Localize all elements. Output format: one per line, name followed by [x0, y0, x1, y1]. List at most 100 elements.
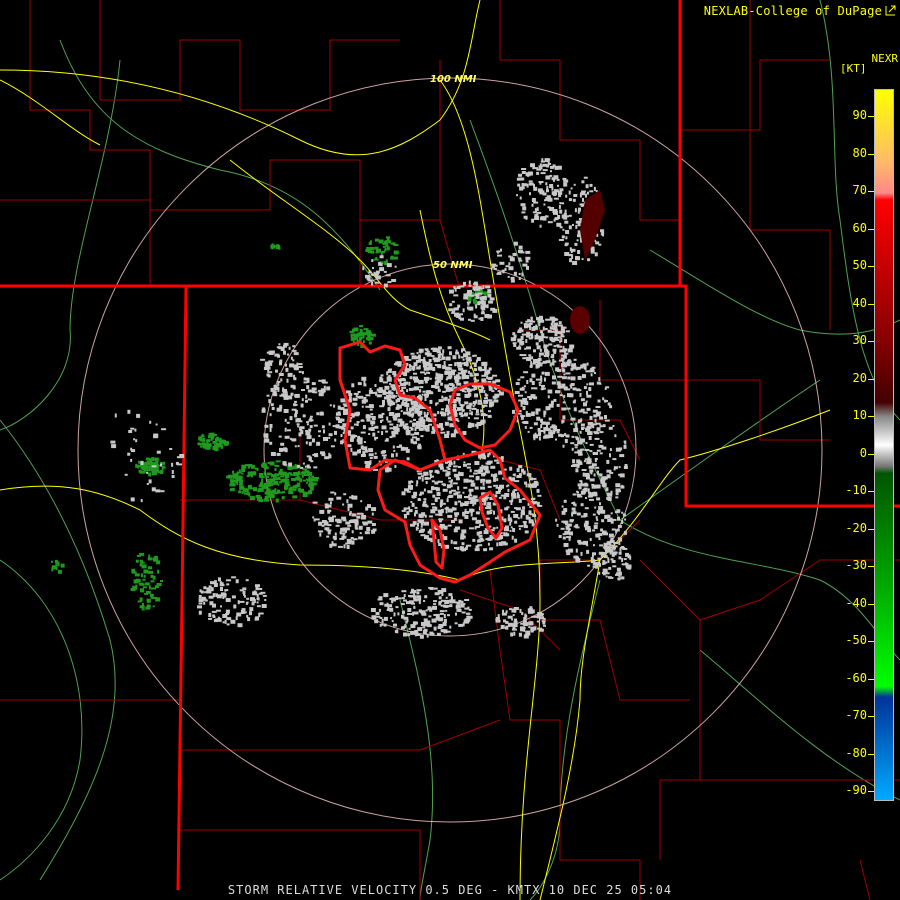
echo-cell-gray: [498, 391, 504, 396]
echo-cell-gray: [531, 218, 535, 223]
echo-cell-green: [374, 238, 379, 242]
echo-cell-gray: [507, 484, 510, 487]
echo-cell-gray: [561, 363, 566, 368]
radar-viewer: 100 NMI 50 NMI NEXLAB-College of DuPage …: [0, 0, 900, 900]
echo-cell-gray: [456, 608, 462, 612]
echo-cell-gray: [418, 596, 422, 601]
echo-cell-gray: [561, 235, 565, 239]
echo-cell-gray: [351, 513, 357, 517]
echo-cell-gray: [522, 206, 527, 211]
echo-cell-gray: [475, 295, 480, 299]
echo-cell-gray: [524, 347, 527, 350]
echo-cell-gray: [298, 366, 303, 368]
echo-cell-gray: [314, 453, 319, 458]
echo-cell-gray: [406, 457, 410, 461]
echo-cell-gray: [619, 454, 625, 458]
echo-cell-gray: [341, 535, 347, 539]
echo-cell-gray: [408, 363, 411, 368]
echo-cell-gray: [450, 539, 453, 544]
echo-cell-gray: [401, 387, 404, 390]
echo-cell-gray: [525, 256, 531, 260]
echo-cell-green: [151, 458, 154, 461]
echo-cell-gray: [513, 271, 517, 276]
echo-cell-gray: [361, 515, 367, 519]
echo-cell-green: [217, 438, 221, 442]
echo-cell-gray: [552, 375, 556, 380]
echo-cell-gray: [540, 172, 546, 175]
echo-cell-gray: [541, 421, 546, 425]
echo-cell-gray: [585, 442, 588, 444]
echo-cell-gray: [497, 271, 502, 275]
echo-cell-gray: [444, 421, 449, 426]
echo-cell-gray: [554, 328, 558, 333]
echo-cell-gray: [508, 262, 511, 266]
echo-cell-gray: [447, 524, 452, 527]
echo-cell-gray: [528, 483, 533, 488]
echo-cell-gray: [487, 460, 493, 464]
echo-cell-gray: [560, 527, 565, 530]
echo-cell-gray: [537, 335, 543, 339]
echo-cell-gray: [562, 444, 565, 448]
echo-cell-green: [139, 583, 145, 586]
echo-cell-green: [199, 437, 203, 440]
echo-cell-gray: [321, 453, 326, 457]
echo-cell-gray: [345, 528, 347, 533]
echo-cell-gray: [323, 437, 328, 441]
radar-map[interactable]: 100 NMI 50 NMI: [0, 0, 900, 900]
echo-cell-gray: [357, 440, 363, 445]
echo-cell-gray: [390, 617, 393, 620]
echo-cell-gray: [542, 326, 545, 331]
echo-cell-green: [258, 474, 263, 478]
echo-cell-gray: [266, 351, 271, 354]
echo-cell-gray: [527, 173, 530, 177]
echo-cell-green: [280, 475, 285, 478]
echo-cell-gray: [384, 603, 389, 607]
echo-cell-gray: [318, 435, 321, 437]
colorbar-tick-mark: [868, 678, 874, 680]
echo-cell-gray: [396, 445, 401, 448]
echo-cell-green: [135, 584, 138, 589]
echo-cell-gray: [545, 428, 551, 432]
echo-cell-gray: [316, 412, 320, 416]
credit-text[interactable]: NEXLAB-College of DuPage: [704, 4, 882, 18]
echo-cell-gray: [532, 477, 537, 480]
external-link-icon[interactable]: [885, 5, 896, 16]
echo-cell-gray: [273, 393, 278, 397]
echo-cell-gray: [393, 449, 396, 452]
echo-cell-gray: [454, 307, 459, 311]
echo-cell-gray: [407, 608, 412, 612]
echo-cell-gray: [519, 340, 525, 345]
echo-cell-gray: [333, 404, 336, 408]
echo-cell-green: [473, 299, 478, 304]
echo-cell-gray: [446, 430, 450, 435]
echo-cell-green: [254, 467, 258, 470]
echo-cell-gray: [565, 236, 568, 240]
echo-cell-gray: [585, 193, 587, 198]
echo-cell-gray: [572, 261, 578, 265]
state-borders: [0, 0, 900, 891]
echo-cell-gray: [585, 400, 588, 403]
echo-cell-gray: [356, 423, 359, 427]
echo-cell-gray: [473, 385, 478, 390]
echo-cell-gray: [488, 300, 494, 304]
echo-cell-gray: [452, 482, 458, 485]
echo-cell-gray: [451, 300, 455, 303]
echo-cell-gray: [545, 336, 549, 339]
echo-cell-gray: [510, 502, 513, 505]
echo-cell-gray: [538, 628, 544, 632]
echo-cell-gray: [472, 504, 475, 507]
echo-cell-gray: [530, 320, 536, 323]
echo-cell-gray: [395, 406, 400, 410]
echo-cell-gray: [611, 560, 616, 563]
echo-cell-gray: [336, 496, 342, 500]
echo-cell-gray: [403, 386, 407, 389]
echo-cell-gray: [406, 490, 411, 493]
echo-cell-green: [274, 468, 277, 471]
echo-cell-green: [275, 498, 279, 503]
echo-cell-green: [292, 495, 298, 499]
colorbar-tick-mark: [868, 491, 874, 492]
echo-cell-gray: [289, 363, 295, 368]
echo-cell-gray: [328, 497, 334, 501]
echo-cell-gray: [621, 484, 624, 487]
echo-cell-gray: [580, 515, 586, 518]
